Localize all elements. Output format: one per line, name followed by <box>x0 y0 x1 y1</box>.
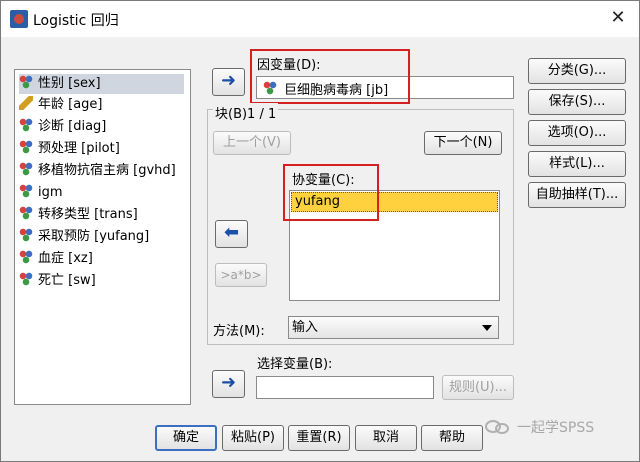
method-label: 方法(M): <box>213 324 265 339</box>
spss-app-icon <box>10 10 28 28</box>
ok-button[interactable]: 确定 <box>155 425 217 451</box>
dialog-window: Logistic 回归 ✕ 性别 [sex] 年龄 [age] 诊断 [diag… <box>0 0 640 462</box>
list-item[interactable]: igm <box>19 183 63 203</box>
paste-button[interactable]: 粘贴(P) <box>222 425 284 451</box>
list-item[interactable]: 诊断 [diag] <box>19 117 106 137</box>
list-item[interactable]: 转移类型 [trans] <box>19 205 138 225</box>
save-button[interactable]: 保存(S)... <box>528 89 626 115</box>
nominal-icon <box>19 118 33 132</box>
list-item[interactable]: 年龄 [age] <box>19 95 103 115</box>
cancel-button[interactable]: 取消 <box>355 425 417 451</box>
nominal-icon <box>19 250 33 264</box>
close-icon[interactable]: ✕ <box>605 5 631 31</box>
method-select[interactable]: 输入 <box>288 316 499 339</box>
selection-label: 选择变量(B): <box>257 357 333 372</box>
variable-list[interactable]: 性别 [sex] 年龄 [age] 诊断 [diag] 预处理 [pilot] … <box>14 69 191 405</box>
list-item[interactable]: 预处理 [pilot] <box>19 139 120 159</box>
annotation-box-dependent <box>250 49 410 104</box>
list-item[interactable]: 移植物抗宿主病 [gvhd] <box>19 161 176 181</box>
selection-field[interactable] <box>256 376 434 399</box>
style-button[interactable]: 样式(L)... <box>528 151 626 177</box>
nominal-icon <box>19 228 33 242</box>
title-bar: Logistic 回归 ✕ <box>1 1 639 37</box>
bootstrap-button[interactable]: 自助抽样(T)... <box>528 182 626 208</box>
nominal-icon <box>19 162 33 176</box>
watermark: 一起学SPSS <box>485 417 594 437</box>
reset-button[interactable]: 重置(R) <box>288 425 350 451</box>
move-covariate-arrow-icon[interactable]: ⬅ <box>215 220 248 248</box>
help-button[interactable]: 帮助 <box>421 425 483 451</box>
list-item[interactable]: 采取预防 [yufang] <box>19 227 149 247</box>
window-title: Logistic 回归 <box>33 13 119 29</box>
wechat-icon <box>485 418 513 436</box>
block-label: 块(B)1 / 1 <box>213 103 279 122</box>
interaction-button[interactable]: >a*b> <box>215 263 267 287</box>
categorical-button[interactable]: 分类(G)... <box>528 58 626 84</box>
list-item[interactable]: 血症 [xz] <box>19 249 93 269</box>
method-value: 输入 <box>292 320 319 335</box>
previous-block-button[interactable]: 上一个(V) <box>213 131 291 155</box>
next-block-button[interactable]: 下一个(N) <box>424 131 502 155</box>
options-button[interactable]: 选项(O)... <box>528 120 626 146</box>
move-dependent-arrow-icon[interactable]: ➜ <box>212 68 245 96</box>
scale-icon <box>19 96 33 110</box>
move-selection-arrow-icon[interactable]: ➜ <box>212 370 245 398</box>
annotation-box-covariates <box>283 164 379 221</box>
list-item[interactable]: 死亡 [sw] <box>19 271 96 291</box>
nominal-icon <box>19 75 33 89</box>
nominal-icon <box>19 140 33 154</box>
list-item[interactable]: 性别 [sex] <box>19 74 184 94</box>
chevron-down-icon <box>482 325 492 331</box>
nominal-icon <box>19 272 33 286</box>
nominal-icon <box>19 184 33 198</box>
nominal-icon <box>19 206 33 220</box>
rule-button[interactable]: 规则(U)... <box>442 375 514 400</box>
